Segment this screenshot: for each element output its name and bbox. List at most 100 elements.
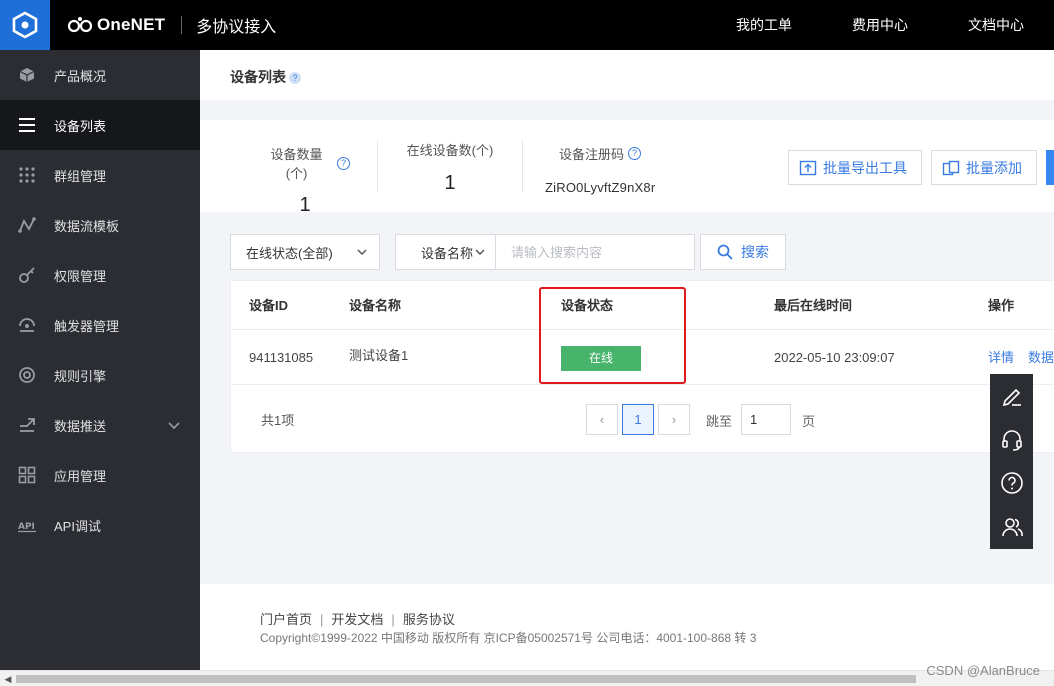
sidebar-item-label: 产品概况 xyxy=(54,68,107,84)
device-name-cell: 测试设备1 xyxy=(349,348,409,363)
online-count-label: 在线设备数(个) xyxy=(406,143,494,158)
stats-panel: 设备数量(个)? 1 在线设备数(个) 1 设备注册码? ZiRO0LyvftZ… xyxy=(200,120,1054,216)
help-icon[interactable]: ? xyxy=(289,72,301,85)
online-count-stat: 在线设备数(个) 1 xyxy=(400,143,500,195)
sidebar-item-device-list[interactable]: 设备列表 xyxy=(0,100,200,150)
scroll-left-arrow-icon[interactable]: ◀ xyxy=(1,673,15,685)
sidebar-item-permission-management[interactable]: 权限管理 xyxy=(0,250,200,300)
sidebar: 产品概况 设备列表 群组管理 数据流模板 权限管理 触发器管理 规则引擎 数据推… xyxy=(0,50,200,670)
column-header-device-id[interactable]: 设备ID xyxy=(249,281,288,330)
home-logo-button[interactable] xyxy=(0,0,50,50)
onenet-logo-icon xyxy=(67,16,95,34)
footer-links: 门户首页 | 开发文档 | 服务协议 xyxy=(260,609,455,628)
sidebar-item-group-management[interactable]: 群组管理 xyxy=(0,150,200,200)
footer-link-service-agreement[interactable]: 服务协议 xyxy=(403,612,455,627)
users-icon xyxy=(1001,518,1023,537)
sidebar-item-datastream-template[interactable]: 数据流模板 xyxy=(0,200,200,250)
column-header-actions: 操作 xyxy=(988,298,1015,313)
copyright: Copyright©1999-2022 中国移动 版权所有 京ICP备05002… xyxy=(260,631,757,645)
search-button[interactable]: 搜索 xyxy=(700,234,786,270)
reg-code-stat: 设备注册码? ZiRO0LyvftZ9nX8r xyxy=(545,144,655,195)
batch-add-label: 批量添加 xyxy=(966,159,1022,176)
sidebar-item-product-overview[interactable]: 产品概况 xyxy=(0,50,200,100)
divider xyxy=(522,140,523,192)
jump-to-label: 跳至 xyxy=(706,414,733,429)
sidebar-item-label: 数据推送 xyxy=(54,418,107,434)
page-suffix-label: 页 xyxy=(802,414,816,429)
add-device-button[interactable] xyxy=(1046,150,1054,185)
datastream-link[interactable]: 数据流 xyxy=(1028,350,1054,365)
scrollbar-thumb[interactable] xyxy=(16,675,916,683)
api-icon: API xyxy=(17,515,37,535)
push-icon xyxy=(17,415,37,435)
customer-service-button[interactable] xyxy=(990,418,1033,462)
batch-export-label: 批量导出工具 xyxy=(823,159,907,176)
question-icon[interactable]: ? xyxy=(337,156,350,170)
trigger-icon xyxy=(17,315,37,335)
last-online-cell: 2022-05-10 23:09:07 xyxy=(774,350,895,365)
sidebar-item-label: 设备列表 xyxy=(54,118,107,134)
sidebar-item-label: 数据流模板 xyxy=(54,218,120,234)
device-count-label: 设备数量(个) xyxy=(270,147,323,181)
detail-link[interactable]: 详情 xyxy=(988,350,1014,365)
sidebar-item-data-push[interactable]: 数据推送 xyxy=(0,400,200,450)
column-header-last-online[interactable]: 最后在线时间 xyxy=(774,281,852,330)
footer: 门户首页 | 开发文档 | 服务协议 Copyright©1999-2022 中国移动 … xyxy=(200,584,1054,670)
footer-link-portal-home[interactable]: 门户首页 xyxy=(260,612,312,627)
reg-code-label: 设备注册码 xyxy=(558,147,624,162)
sidebar-item-label: 权限管理 xyxy=(54,268,107,284)
horizontal-scrollbar[interactable]: ◀ xyxy=(0,670,1054,686)
question-icon[interactable]: ? xyxy=(628,147,641,160)
nav-my-tickets[interactable]: 我的工单 xyxy=(706,0,822,50)
online-status-select[interactable]: 在线状态(全部) xyxy=(230,234,380,270)
sidebar-item-trigger-management[interactable]: 触发器管理 xyxy=(0,300,200,350)
brand[interactable]: OneNET 多协议接入 xyxy=(67,13,276,37)
page-title-text: 设备列表 xyxy=(230,69,286,85)
chevron-down-icon xyxy=(475,249,485,256)
brand-name: OneNET xyxy=(97,15,166,34)
separator: | xyxy=(391,612,395,627)
jump-page-input[interactable] xyxy=(741,404,791,435)
next-page-button[interactable]: › xyxy=(658,404,690,435)
search-field-value: 设备名称 xyxy=(421,245,474,261)
watermark: CSDN @AlanBruce xyxy=(926,663,1040,678)
title-bar: 设备列表? xyxy=(200,50,1054,100)
device-count-stat: 设备数量(个)? 1 xyxy=(260,144,350,217)
feedback-button[interactable] xyxy=(990,374,1033,418)
hexagon-logo-icon xyxy=(12,11,38,39)
device-id-cell: 941131085 xyxy=(249,350,314,365)
sidebar-item-rule-engine[interactable]: 规则引擎 xyxy=(0,350,200,400)
column-header-device-name[interactable]: 设备名称 xyxy=(349,281,401,330)
chevron-down-icon xyxy=(357,249,367,256)
nav-billing-center[interactable]: 费用中心 xyxy=(822,0,938,50)
search-icon xyxy=(717,244,733,260)
brand-divider xyxy=(181,16,183,34)
nav-docs-center[interactable]: 文档中心 xyxy=(938,0,1054,50)
online-count-value: 1 xyxy=(444,172,456,194)
page-title: 设备列表? xyxy=(230,67,301,87)
prev-page-button[interactable]: ‹ xyxy=(586,404,618,435)
online-status-value: 在线状态(全部) xyxy=(246,245,333,261)
sidebar-item-app-management[interactable]: 应用管理 xyxy=(0,450,200,500)
page-1-button[interactable]: 1 xyxy=(622,404,654,435)
sidebar-item-api-debug[interactable]: API API调试 xyxy=(0,500,200,550)
search-input[interactable] xyxy=(496,234,695,270)
edit-icon xyxy=(1002,388,1021,406)
device-list-section: 在线状态(全部) 设备名称 搜索 设备ID 设备名称 设备状态 最后在线时间 操… xyxy=(200,212,1054,584)
community-button[interactable] xyxy=(990,505,1033,549)
footer-link-dev-docs[interactable]: 开发文档 xyxy=(331,612,383,627)
pagination: 共1项 ‹ 1 › 跳至 页 xyxy=(231,385,1054,452)
sidebar-item-label: 规则引擎 xyxy=(54,368,107,384)
reg-code-value: ZiRO0LyvftZ9nX8r xyxy=(545,180,656,195)
search-field-select[interactable]: 设备名称 xyxy=(395,234,496,270)
top-bar: OneNET 多协议接入 我的工单 费用中心 文档中心 xyxy=(0,0,1054,50)
help-button[interactable] xyxy=(990,462,1033,506)
copy-icon xyxy=(942,160,960,175)
sidebar-item-label: 应用管理 xyxy=(54,468,107,484)
product-title: 多协议接入 xyxy=(196,19,277,36)
separator: | xyxy=(320,612,324,627)
batch-add-button[interactable]: 批量添加 xyxy=(931,150,1037,185)
batch-export-button[interactable]: 批量导出工具 xyxy=(788,150,922,185)
search-button-label: 搜索 xyxy=(741,244,769,260)
chevron-down-icon[interactable] xyxy=(168,418,180,433)
